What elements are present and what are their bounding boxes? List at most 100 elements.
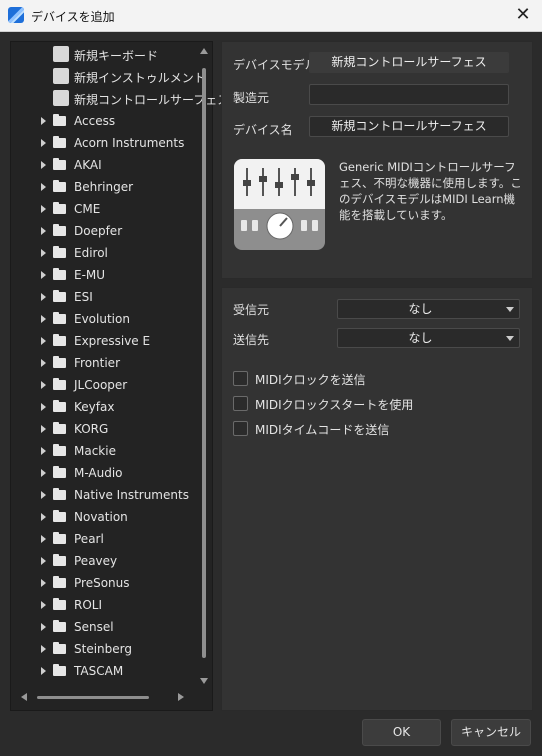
tree-item-manufacturer[interactable]: Edirol [11,242,201,264]
tree-item-manufacturer[interactable]: Native Instruments [11,484,201,506]
device-description: Generic MIDIコントロールサーフェス、不明な機器に使用します。このデバ… [339,160,522,222]
tree-item-manufacturer[interactable]: JLCooper [11,374,201,396]
expand-arrow-icon[interactable] [41,381,46,389]
tree-item-manufacturer[interactable]: Evolution [11,308,201,330]
ok-button[interactable]: OK [362,719,441,746]
folder-icon [53,180,66,192]
tree-item-manufacturer[interactable]: CME [11,198,201,220]
expand-arrow-icon[interactable] [41,535,46,543]
expand-arrow-icon[interactable] [41,249,46,257]
tree-item-manufacturer[interactable]: Acorn Instruments [11,132,201,154]
expand-arrow-icon[interactable] [41,139,46,147]
tree-item-manufacturer[interactable]: Keyfax [11,396,201,418]
tree-item-manufacturer[interactable]: E-MU [11,264,201,286]
piano-keyboard-icon [53,46,69,62]
send-midi-clock-checkbox[interactable] [233,371,248,386]
tree-item-label: Native Instruments [74,488,189,502]
expand-arrow-icon[interactable] [41,447,46,455]
tree-item-manufacturer[interactable]: Frontier [11,352,201,374]
scrollbar-thumb[interactable] [37,696,149,699]
title-bar: デバイスを追加 ✕ [0,0,542,32]
scrollbar-thumb[interactable] [202,68,206,658]
device-model-label: デバイスモデル [233,58,317,72]
expand-arrow-icon[interactable] [41,513,46,521]
tree-item-manufacturer[interactable]: PreSonus [11,572,201,594]
expand-arrow-icon[interactable] [41,293,46,301]
expand-arrow-icon[interactable] [41,491,46,499]
expand-arrow-icon[interactable] [41,425,46,433]
expand-arrow-icon[interactable] [41,579,46,587]
tree-item-label: Steinberg [74,642,132,656]
music-note-icon [53,68,69,84]
tree-item-manufacturer[interactable]: AKAI [11,154,201,176]
send-midi-timecode-checkbox[interactable] [233,421,248,436]
expand-arrow-icon[interactable] [41,601,46,609]
tree-item-new[interactable]: 新規インストゥルメント [11,66,206,88]
tree-item-manufacturer[interactable]: ESI [11,286,201,308]
tree-item-label: 新規インストゥルメント [74,71,206,85]
tree-item-manufacturer[interactable]: Expressive E [11,330,201,352]
expand-arrow-icon[interactable] [41,271,46,279]
tree-item-new[interactable]: 新規キーボード [11,44,201,66]
expand-arrow-icon[interactable] [41,117,46,125]
folder-icon [53,202,66,214]
tree-item-label: E-MU [74,268,106,282]
tree-item-manufacturer[interactable]: Access [11,110,201,132]
expand-arrow-icon[interactable] [41,623,46,631]
scroll-down-icon[interactable] [200,678,208,684]
expand-arrow-icon[interactable] [41,645,46,653]
receive-from-select[interactable]: なし [337,299,520,319]
use-midi-clock-start-label: MIDIクロックスタートを使用 [255,398,414,412]
expand-arrow-icon[interactable] [41,227,46,235]
tree-item-label: KORG [74,422,109,436]
tree-item-manufacturer[interactable]: Doepfer [11,220,201,242]
tree-item-manufacturer[interactable]: Steinberg [11,638,201,660]
tree-item-label: AKAI [74,158,102,172]
expand-arrow-icon[interactable] [41,359,46,367]
expand-arrow-icon[interactable] [41,667,46,675]
folder-icon [53,224,66,236]
scroll-up-icon[interactable] [200,48,208,54]
send-to-select[interactable]: なし [337,328,520,348]
tree-item-label: Behringer [74,180,134,194]
manufacturer-input[interactable] [309,84,509,105]
tree-item-label: Keyfax [74,400,115,414]
tree-item-manufacturer[interactable]: TASCAM [11,660,201,682]
expand-arrow-icon[interactable] [41,469,46,477]
horizontal-scrollbar[interactable] [19,692,189,702]
close-icon[interactable]: ✕ [512,4,534,26]
chevron-down-icon [506,307,514,312]
expand-arrow-icon[interactable] [41,557,46,565]
tree-item-manufacturer[interactable]: Pearl [11,528,201,550]
vertical-scrollbar[interactable] [199,46,209,686]
tree-item-manufacturer[interactable]: KORG [11,418,201,440]
folder-icon [53,246,66,258]
tree-item-manufacturer[interactable]: Peavey [11,550,201,572]
expand-arrow-icon[interactable] [41,403,46,411]
scroll-right-icon[interactable] [178,693,184,701]
chevron-down-icon [506,336,514,341]
expand-arrow-icon[interactable] [41,205,46,213]
use-midi-clock-start-checkbox[interactable] [233,396,248,411]
tree-item-manufacturer[interactable]: M-Audio [11,462,201,484]
tree-item-label: PreSonus [74,576,130,590]
expand-arrow-icon[interactable] [41,337,46,345]
tree-item-manufacturer[interactable]: ROLI [11,594,201,616]
tree-item-manufacturer[interactable]: Novation [11,506,201,528]
device-model-field[interactable]: 新規コントロールサーフェス [309,52,509,73]
cancel-button[interactable]: キャンセル [451,719,531,746]
send-to-label: 送信先 [233,333,270,347]
expand-arrow-icon[interactable] [41,161,46,169]
folder-icon [53,664,66,676]
tree-item-manufacturer[interactable]: Mackie [11,440,201,462]
expand-arrow-icon[interactable] [41,183,46,191]
device-name-input[interactable]: 新規コントロールサーフェス [309,116,509,137]
folder-icon [53,290,66,302]
tree-item-label: Access [74,114,116,128]
scroll-left-icon[interactable] [21,693,27,701]
tree-item-manufacturer[interactable]: Behringer [11,176,201,198]
folder-icon [53,268,66,280]
tree-item-new[interactable]: 新規コントロールサーフェス [11,88,229,110]
tree-item-manufacturer[interactable]: Sensel [11,616,201,638]
expand-arrow-icon[interactable] [41,315,46,323]
